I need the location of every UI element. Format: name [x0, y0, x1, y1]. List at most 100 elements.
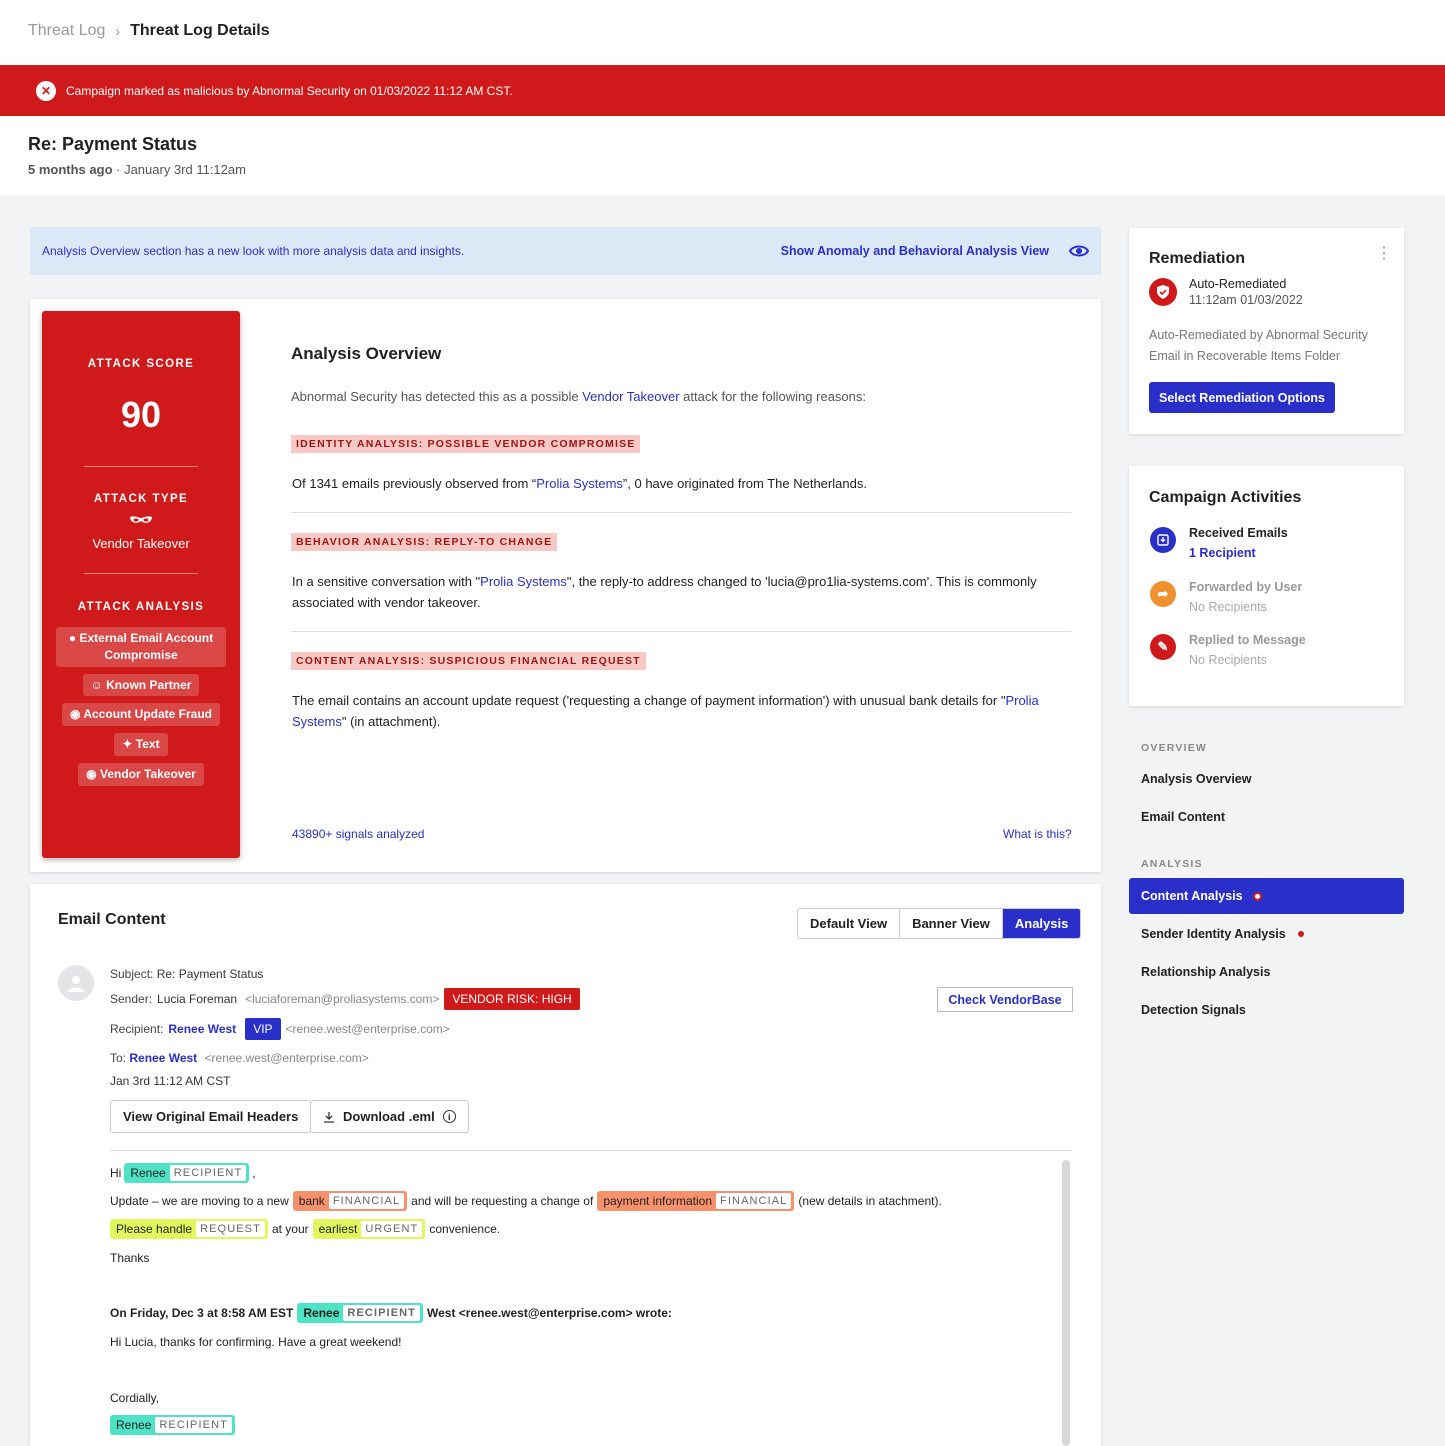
body-text: convenience. — [429, 1222, 501, 1236]
text-icon: ✦ — [122, 737, 133, 752]
info-icon[interactable]: i — [442, 1110, 456, 1123]
remediation-time: 11:12am 01/03/2022 — [1189, 293, 1303, 307]
activity-replied-label: Replied to Message — [1189, 633, 1306, 647]
tab-analysis[interactable]: Analysis — [1002, 909, 1081, 938]
divider — [291, 631, 1071, 632]
nav-item-label: Content Analysis — [1141, 889, 1243, 903]
vendor-takeover-link[interactable]: Vendor Takeover — [582, 389, 679, 404]
target-icon: ◉ — [86, 766, 97, 781]
alert-x-icon: ✕ — [36, 80, 56, 101]
highlight-tag: RECIPIENT — [343, 1305, 420, 1321]
breadcrumb-current: Threat Log Details — [130, 22, 270, 39]
tab-banner-view[interactable]: Banner View — [900, 909, 1003, 938]
more-options-icon[interactable]: ⋮ — [1376, 246, 1392, 262]
select-remediation-button[interactable]: Select Remediation Options — [1149, 382, 1335, 413]
eye-icon[interactable] — [1069, 244, 1089, 258]
highlight-recipient[interactable]: Renee RECIPIENT — [297, 1303, 423, 1323]
prolia-systems-link[interactable]: Prolia Systems — [480, 574, 567, 589]
body-quote-header: On Friday, Dec 3 at 8:58 AM EST Renee REC… — [110, 1303, 672, 1323]
body-thanks: Thanks — [110, 1251, 150, 1265]
reply-icon: ✎ — [1150, 634, 1176, 660]
activity-replied-sub: No Recipients — [1189, 653, 1267, 667]
nav-item-analysis-overview[interactable]: Analysis Overview — [1141, 772, 1251, 786]
check-vendorbase-button[interactable]: Check VendorBase — [937, 987, 1073, 1012]
nav-item-detection-signals[interactable]: Detection Signals — [1141, 1003, 1246, 1017]
highlight-text: payment information — [603, 1194, 713, 1208]
body-text: Hi — [110, 1166, 122, 1180]
divider — [110, 1150, 1072, 1151]
malicious-alert-banner: ✕ Campaign marked as malicious by Abnorm… — [0, 65, 1445, 116]
remediation-desc-2: Email in Recoverable Items Folder — [1149, 349, 1341, 363]
download-eml-button[interactable]: Download .eml i — [310, 1100, 469, 1133]
highlight-request[interactable]: Please handle REQUEST — [110, 1219, 268, 1239]
subject-value: Re: Payment Status — [156, 967, 264, 981]
content-analysis-pill: CONTENT ANALYSIS: SUSPICIOUS FINANCIAL R… — [291, 652, 646, 670]
what-is-this-link[interactable]: What is this? — [1003, 827, 1072, 841]
nav-item-content-analysis[interactable]: Content Analysis — [1129, 878, 1404, 914]
divider — [291, 512, 1071, 513]
vip-badge: VIP — [245, 1018, 281, 1040]
s1-post: ”, 0 have originated from The Netherland… — [622, 476, 867, 491]
attack-analysis-tags: ● External Email Account Compromise ☺ Kn… — [42, 627, 240, 786]
highlight-urgent[interactable]: earliest URGENT — [312, 1219, 426, 1239]
highlight-financial-payment[interactable]: payment information FINANCIAL — [597, 1191, 795, 1211]
body-text: , — [252, 1166, 256, 1180]
nav-item-sender-identity[interactable]: Sender Identity Analysis — [1141, 927, 1304, 941]
tag-label: Known Partner — [106, 677, 192, 692]
behavior-analysis-text: In a sensitive conversation with "Prolia… — [292, 571, 1062, 613]
nav-overview-heading: OVERVIEW — [1141, 742, 1208, 754]
bomb-icon: ● — [68, 631, 77, 645]
remediation-desc-1: Auto-Remediated by Abnormal Security — [1149, 328, 1368, 342]
highlight-recipient[interactable]: Renee RECIPIENT — [110, 1415, 235, 1435]
to-key: To: — [110, 1051, 127, 1065]
s2-pre: In a sensitive conversation with " — [292, 574, 481, 589]
attack-type-label: ATTACK TYPE — [93, 493, 189, 505]
to-name-link[interactable]: Renee West — [129, 1051, 197, 1065]
subject-line: Subject: Re: Payment Status — [110, 967, 263, 981]
activity-received-sub[interactable]: 1 Recipient — [1189, 546, 1256, 560]
signals-analyzed-link[interactable]: 43890+ signals analyzed — [292, 827, 424, 841]
breadcrumb-threat-log[interactable]: Threat Log — [28, 22, 105, 40]
page-subtitle: 5 months ago · January 3rd 11:12am — [28, 162, 246, 177]
highlight-text: Please handle — [116, 1222, 193, 1236]
highlight-tag: RECIPIENT — [155, 1417, 232, 1433]
recipient-name-link[interactable]: Renee West — [168, 1022, 236, 1036]
email-date: Jan 3rd 11:12 AM CST — [110, 1074, 231, 1088]
highlight-tag: URGENT — [361, 1221, 423, 1237]
highlight-recipient[interactable]: Renee RECIPIENT — [124, 1163, 250, 1183]
intro-text-end: attack for the following reasons: — [679, 389, 866, 404]
nav-analysis-heading: ANALYSIS — [1141, 858, 1203, 870]
alert-dot-icon — [1297, 931, 1304, 937]
s3-pre: The email contains an account update req… — [292, 693, 1006, 708]
body-line-update: Update – we are moving to a new bank FINA… — [110, 1191, 942, 1211]
sender-address: <luciaforeman@proliasystems.com> — [245, 992, 440, 1006]
tag-label: Account Update Fraud — [83, 707, 213, 722]
subject-key: Subject: — [110, 967, 154, 981]
page-title: Re: Payment Status — [28, 134, 198, 154]
tab-default-view[interactable]: Default View — [798, 909, 901, 938]
highlight-financial-bank[interactable]: bank FINANCIAL — [292, 1191, 408, 1211]
email-body-scrollbar[interactable] — [1062, 1160, 1070, 1446]
download-label: Download .eml — [343, 1109, 435, 1124]
body-text: On Friday, Dec 3 at 8:58 AM EST — [110, 1306, 294, 1320]
identity-analysis-text: Of 1341 emails previously observed from … — [292, 473, 1072, 494]
tag-label: Vendor Takeover — [100, 766, 196, 781]
body-text: (new details in atachment). — [798, 1194, 942, 1208]
prolia-systems-link[interactable]: Prolia Systems — [536, 476, 623, 491]
to-line: To: Renee West <renee.west@enterprise.co… — [110, 1051, 369, 1065]
body-text: Update – we are moving to a new — [110, 1194, 289, 1208]
date-text: · January 3rd 11:12am — [112, 162, 246, 177]
view-headers-button[interactable]: View Original Email Headers — [110, 1100, 312, 1133]
nav-item-relationship[interactable]: Relationship Analysis — [1141, 965, 1270, 979]
shield-icon — [1149, 278, 1177, 306]
body-cordially: Cordially, — [110, 1391, 160, 1405]
identity-analysis-pill: IDENTITY ANALYSIS: POSSIBLE VENDOR COMPR… — [291, 435, 641, 453]
show-anomaly-view-link[interactable]: Show Anomaly and Behavioral Analysis Vie… — [781, 244, 1049, 258]
activity-forwarded-sub: No Recipients — [1189, 600, 1267, 614]
divider — [84, 573, 198, 574]
forward-icon: ➦ — [1150, 581, 1176, 607]
recipient-key: Recipient: — [110, 1022, 164, 1036]
nav-item-email-content[interactable]: Email Content — [1141, 810, 1225, 824]
avatar — [58, 965, 94, 1001]
sender-name: Lucia Foreman — [157, 992, 238, 1006]
